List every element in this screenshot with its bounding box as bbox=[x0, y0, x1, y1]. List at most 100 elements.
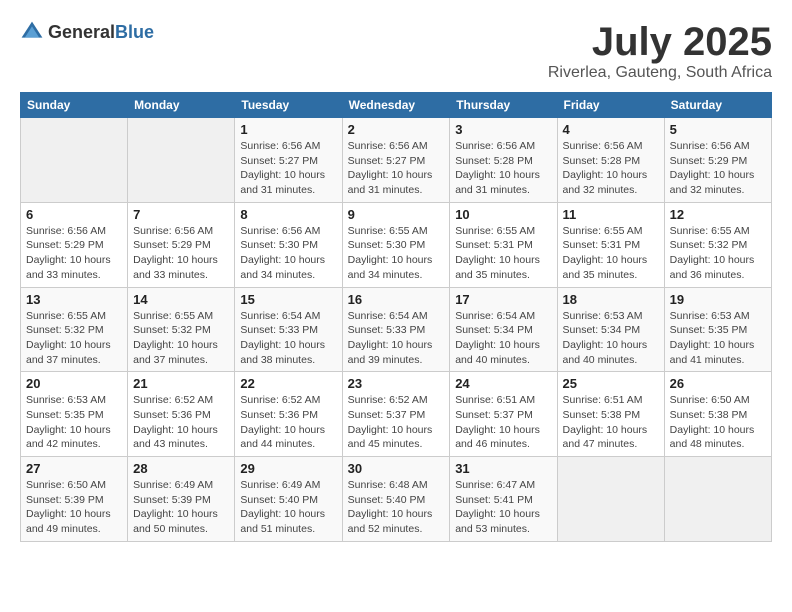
day-number: 24 bbox=[455, 376, 551, 391]
day-info: Sunrise: 6:48 AM Sunset: 5:40 PM Dayligh… bbox=[348, 478, 445, 537]
day-number: 21 bbox=[133, 376, 229, 391]
weekday-header-row: SundayMondayTuesdayWednesdayThursdayFrid… bbox=[21, 93, 772, 118]
calendar-week-row: 27 Sunrise: 6:50 AM Sunset: 5:39 PM Dayli… bbox=[21, 457, 772, 542]
calendar-cell bbox=[21, 118, 128, 203]
day-number: 27 bbox=[26, 461, 122, 476]
calendar-cell: 3 Sunrise: 6:56 AM Sunset: 5:28 PM Daylig… bbox=[450, 118, 557, 203]
day-number: 16 bbox=[348, 292, 445, 307]
weekday-header-friday: Friday bbox=[557, 93, 664, 118]
calendar-table: SundayMondayTuesdayWednesdayThursdayFrid… bbox=[20, 92, 772, 542]
calendar-cell: 30Sunrise: 6:48 AM Sunset: 5:40 PM Dayli… bbox=[342, 457, 450, 542]
day-number: 5 bbox=[670, 122, 766, 137]
day-number: 20 bbox=[26, 376, 122, 391]
calendar-cell: 16 Sunrise: 6:54 AM Sunset: 5:33 PM Dayli… bbox=[342, 287, 450, 372]
calendar-cell: 4Sunrise: 6:56 AM Sunset: 5:28 PM Daylig… bbox=[557, 118, 664, 203]
day-info: Sunrise: 6:55 AM Sunset: 5:31 PM Dayligh… bbox=[455, 224, 551, 283]
day-number: 3 bbox=[455, 122, 551, 137]
weekday-header-sunday: Sunday bbox=[21, 93, 128, 118]
calendar-cell: 14 Sunrise: 6:55 AM Sunset: 5:32 PM Dayli… bbox=[128, 287, 235, 372]
logo-icon bbox=[20, 20, 44, 44]
calendar-cell: 31 Sunrise: 6:47 AM Sunset: 5:41 PM Dayli… bbox=[450, 457, 557, 542]
calendar-cell: 5 Sunrise: 6:56 AM Sunset: 5:29 PM Daylig… bbox=[664, 118, 771, 203]
calendar-cell: 28 Sunrise: 6:49 AM Sunset: 5:39 PM Dayli… bbox=[128, 457, 235, 542]
weekday-header-monday: Monday bbox=[128, 93, 235, 118]
day-number: 26 bbox=[670, 376, 766, 391]
calendar-cell: 19 Sunrise: 6:53 AM Sunset: 5:35 PM Dayli… bbox=[664, 287, 771, 372]
calendar-week-row: 1 Sunrise: 6:56 AM Sunset: 5:27 PM Daylig… bbox=[21, 118, 772, 203]
day-number: 7 bbox=[133, 207, 229, 222]
day-info: Sunrise: 6:56 AM Sunset: 5:27 PM Dayligh… bbox=[240, 139, 336, 198]
day-number: 15 bbox=[240, 292, 336, 307]
day-number: 25 bbox=[563, 376, 659, 391]
calendar-cell: 11Sunrise: 6:55 AM Sunset: 5:31 PM Dayli… bbox=[557, 202, 664, 287]
day-number: 12 bbox=[670, 207, 766, 222]
day-info: Sunrise: 6:56 AM Sunset: 5:28 PM Dayligh… bbox=[455, 139, 551, 198]
location-title: Riverlea, Gauteng, South Africa bbox=[548, 64, 772, 82]
calendar-week-row: 6 Sunrise: 6:56 AM Sunset: 5:29 PM Daylig… bbox=[21, 202, 772, 287]
day-info: Sunrise: 6:49 AM Sunset: 5:39 PM Dayligh… bbox=[133, 478, 229, 537]
day-info: Sunrise: 6:50 AM Sunset: 5:38 PM Dayligh… bbox=[670, 393, 766, 452]
day-info: Sunrise: 6:56 AM Sunset: 5:29 PM Dayligh… bbox=[133, 224, 229, 283]
day-info: Sunrise: 6:54 AM Sunset: 5:33 PM Dayligh… bbox=[348, 309, 445, 368]
day-info: Sunrise: 6:47 AM Sunset: 5:41 PM Dayligh… bbox=[455, 478, 551, 537]
day-number: 18 bbox=[563, 292, 659, 307]
day-info: Sunrise: 6:54 AM Sunset: 5:33 PM Dayligh… bbox=[240, 309, 336, 368]
day-info: Sunrise: 6:53 AM Sunset: 5:35 PM Dayligh… bbox=[670, 309, 766, 368]
calendar-cell bbox=[664, 457, 771, 542]
logo: GeneralBlue bbox=[20, 20, 154, 44]
day-info: Sunrise: 6:52 AM Sunset: 5:36 PM Dayligh… bbox=[240, 393, 336, 452]
calendar-cell: 20 Sunrise: 6:53 AM Sunset: 5:35 PM Dayli… bbox=[21, 372, 128, 457]
day-info: Sunrise: 6:51 AM Sunset: 5:37 PM Dayligh… bbox=[455, 393, 551, 452]
calendar-week-row: 20 Sunrise: 6:53 AM Sunset: 5:35 PM Dayli… bbox=[21, 372, 772, 457]
page-header: GeneralBlue July 2025 Riverlea, Gauteng,… bbox=[20, 20, 772, 82]
day-info: Sunrise: 6:53 AM Sunset: 5:35 PM Dayligh… bbox=[26, 393, 122, 452]
day-number: 9 bbox=[348, 207, 445, 222]
weekday-header-saturday: Saturday bbox=[664, 93, 771, 118]
day-info: Sunrise: 6:56 AM Sunset: 5:29 PM Dayligh… bbox=[670, 139, 766, 198]
calendar-cell bbox=[128, 118, 235, 203]
day-info: Sunrise: 6:50 AM Sunset: 5:39 PM Dayligh… bbox=[26, 478, 122, 537]
day-number: 6 bbox=[26, 207, 122, 222]
day-info: Sunrise: 6:55 AM Sunset: 5:30 PM Dayligh… bbox=[348, 224, 445, 283]
calendar-cell: 27 Sunrise: 6:50 AM Sunset: 5:39 PM Dayli… bbox=[21, 457, 128, 542]
calendar-cell: 10 Sunrise: 6:55 AM Sunset: 5:31 PM Dayli… bbox=[450, 202, 557, 287]
calendar-cell: 8Sunrise: 6:56 AM Sunset: 5:30 PM Daylig… bbox=[235, 202, 342, 287]
day-number: 8 bbox=[240, 207, 336, 222]
day-number: 14 bbox=[133, 292, 229, 307]
day-number: 31 bbox=[455, 461, 551, 476]
day-info: Sunrise: 6:51 AM Sunset: 5:38 PM Dayligh… bbox=[563, 393, 659, 452]
calendar-cell: 6 Sunrise: 6:56 AM Sunset: 5:29 PM Daylig… bbox=[21, 202, 128, 287]
calendar-cell: 9 Sunrise: 6:55 AM Sunset: 5:30 PM Daylig… bbox=[342, 202, 450, 287]
day-number: 28 bbox=[133, 461, 229, 476]
day-number: 19 bbox=[670, 292, 766, 307]
day-number: 1 bbox=[240, 122, 336, 137]
day-number: 10 bbox=[455, 207, 551, 222]
day-info: Sunrise: 6:55 AM Sunset: 5:32 PM Dayligh… bbox=[133, 309, 229, 368]
calendar-cell: 24 Sunrise: 6:51 AM Sunset: 5:37 PM Dayli… bbox=[450, 372, 557, 457]
title-block: July 2025 Riverlea, Gauteng, South Afric… bbox=[548, 20, 772, 82]
calendar-cell: 12 Sunrise: 6:55 AM Sunset: 5:32 PM Dayli… bbox=[664, 202, 771, 287]
day-info: Sunrise: 6:56 AM Sunset: 5:29 PM Dayligh… bbox=[26, 224, 122, 283]
calendar-cell: 29 Sunrise: 6:49 AM Sunset: 5:40 PM Dayli… bbox=[235, 457, 342, 542]
day-number: 2 bbox=[348, 122, 445, 137]
day-number: 17 bbox=[455, 292, 551, 307]
day-info: Sunrise: 6:52 AM Sunset: 5:37 PM Dayligh… bbox=[348, 393, 445, 452]
calendar-cell: 23Sunrise: 6:52 AM Sunset: 5:37 PM Dayli… bbox=[342, 372, 450, 457]
calendar-cell: 21 Sunrise: 6:52 AM Sunset: 5:36 PM Dayli… bbox=[128, 372, 235, 457]
month-title: July 2025 bbox=[548, 20, 772, 64]
weekday-header-tuesday: Tuesday bbox=[235, 93, 342, 118]
day-info: Sunrise: 6:56 AM Sunset: 5:27 PM Dayligh… bbox=[348, 139, 445, 198]
day-number: 13 bbox=[26, 292, 122, 307]
day-number: 29 bbox=[240, 461, 336, 476]
day-info: Sunrise: 6:55 AM Sunset: 5:32 PM Dayligh… bbox=[670, 224, 766, 283]
calendar-cell: 2 Sunrise: 6:56 AM Sunset: 5:27 PM Daylig… bbox=[342, 118, 450, 203]
calendar-cell: 13Sunrise: 6:55 AM Sunset: 5:32 PM Dayli… bbox=[21, 287, 128, 372]
calendar-cell: 7 Sunrise: 6:56 AM Sunset: 5:29 PM Daylig… bbox=[128, 202, 235, 287]
day-info: Sunrise: 6:49 AM Sunset: 5:40 PM Dayligh… bbox=[240, 478, 336, 537]
day-info: Sunrise: 6:54 AM Sunset: 5:34 PM Dayligh… bbox=[455, 309, 551, 368]
day-number: 4 bbox=[563, 122, 659, 137]
logo-general: General bbox=[48, 22, 115, 42]
calendar-cell: 18Sunrise: 6:53 AM Sunset: 5:34 PM Dayli… bbox=[557, 287, 664, 372]
weekday-header-thursday: Thursday bbox=[450, 93, 557, 118]
day-info: Sunrise: 6:52 AM Sunset: 5:36 PM Dayligh… bbox=[133, 393, 229, 452]
